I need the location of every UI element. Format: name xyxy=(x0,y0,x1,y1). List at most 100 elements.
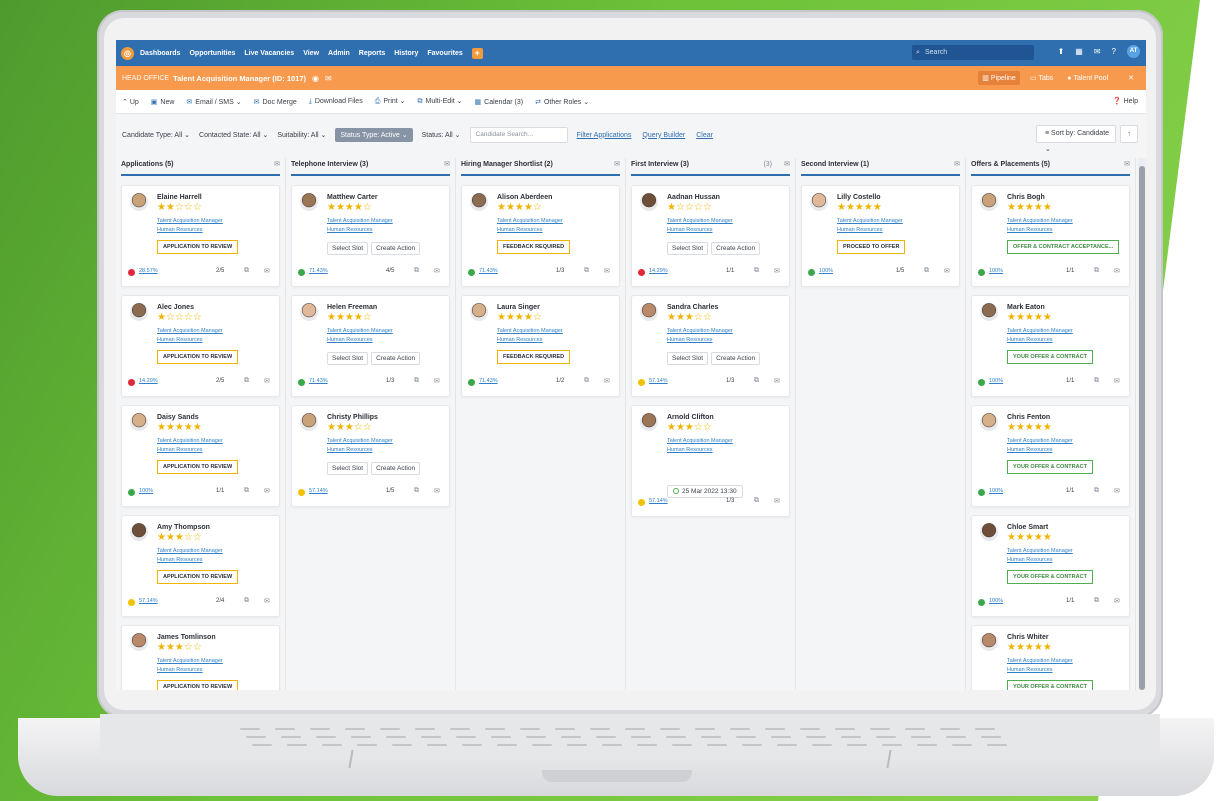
candidate-avatar[interactable] xyxy=(470,193,488,211)
nav-history[interactable]: History xyxy=(394,50,418,57)
create-action-button[interactable]: Create Action xyxy=(371,462,421,475)
multi-edit-button[interactable]: ⧉ Multi-Edit ⌄ xyxy=(418,97,463,106)
candidate-name[interactable]: Aadnan Hussan xyxy=(667,194,720,201)
candidate-name[interactable]: James Tomlinson xyxy=(157,634,216,641)
job-title-link[interactable]: Talent Acquisition Manager xyxy=(157,218,223,224)
department-link[interactable]: Human Resources xyxy=(327,447,373,453)
department-link[interactable]: Human Resources xyxy=(1007,667,1053,673)
status-tag[interactable]: APPLICATION TO REVIEW xyxy=(157,350,239,364)
nav-reports[interactable]: Reports xyxy=(359,50,385,57)
create-action-button[interactable]: Create Action xyxy=(371,352,421,365)
match-percentage[interactable]: 100% xyxy=(989,268,1003,274)
sort-direction-button[interactable]: ↑ xyxy=(1120,125,1138,143)
candidate-avatar[interactable] xyxy=(640,303,658,321)
documents-icon[interactable]: ⧉ xyxy=(1094,597,1099,605)
candidate-name[interactable]: Helen Freeman xyxy=(327,304,377,311)
candidate-name[interactable]: Sandra Charles xyxy=(667,304,718,311)
calendar-icon[interactable]: ▦ xyxy=(1075,47,1083,56)
department-link[interactable]: Human Resources xyxy=(837,227,883,233)
match-percentage[interactable]: 71.43% xyxy=(479,378,498,384)
scrollbar-thumb[interactable] xyxy=(1139,166,1145,690)
candidate-avatar[interactable] xyxy=(640,413,658,431)
candidate-avatar[interactable] xyxy=(640,193,658,211)
candidate-card[interactable]: Helen Freeman ★★★★☆ Talent Acquisition Man… xyxy=(291,295,450,397)
job-title-link[interactable]: Talent Acquisition Manager xyxy=(327,438,393,444)
department-link[interactable]: Human Resources xyxy=(1007,227,1053,233)
nav-opportunities[interactable]: Opportunities xyxy=(189,50,235,57)
candidate-name[interactable]: Chris Whiter xyxy=(1007,634,1049,641)
candidate-card[interactable]: James Tomlinson ★★★☆☆ Talent Acquisition M… xyxy=(121,625,280,690)
upload-icon[interactable]: ⬆ xyxy=(1058,47,1065,56)
candidate-avatar[interactable] xyxy=(130,303,148,321)
department-link[interactable]: Human Resources xyxy=(667,447,713,453)
filter-applications-link[interactable]: Filter Applications xyxy=(577,132,632,139)
column-mail-icon[interactable]: ✉ xyxy=(954,158,960,172)
department-link[interactable]: Human Resources xyxy=(497,227,543,233)
documents-icon[interactable]: ⧉ xyxy=(1094,487,1099,495)
department-link[interactable]: Human Resources xyxy=(667,227,713,233)
candidate-card[interactable]: Christy Phillips ★★★☆☆ Talent Acquisition … xyxy=(291,405,450,507)
help-button[interactable]: ❓ Help xyxy=(1113,97,1138,105)
match-percentage[interactable]: 71.43% xyxy=(309,268,328,274)
select-slot-button[interactable]: Select Slot xyxy=(327,352,369,365)
job-title-link[interactable]: Talent Acquisition Manager xyxy=(497,218,563,224)
status-tag[interactable]: YOUR OFFER & CONTRACT xyxy=(1007,460,1093,474)
column-header[interactable]: Hiring Manager Shortlist (2) ✉ xyxy=(461,158,620,176)
job-title-link[interactable]: Talent Acquisition Manager xyxy=(1007,218,1073,224)
column-header[interactable]: Telephone Interview (3) ✉ xyxy=(291,158,450,176)
status-tag[interactable]: FEEDBACK REQUIRED xyxy=(497,350,571,364)
job-title-link[interactable]: Talent Acquisition Manager xyxy=(327,218,393,224)
status-tag[interactable]: APPLICATION TO REVIEW xyxy=(157,680,239,690)
documents-icon[interactable]: ⧉ xyxy=(754,267,759,275)
column-mail-icon[interactable]: ✉ xyxy=(444,158,450,172)
match-percentage[interactable]: 57.14% xyxy=(139,598,158,604)
department-link[interactable]: Human Resources xyxy=(157,557,203,563)
job-title-link[interactable]: Talent Acquisition Manager xyxy=(837,218,903,224)
candidate-card[interactable]: Sandra Charles ★★★☆☆ Talent Acquisition Ma… xyxy=(631,295,790,397)
candidate-type-filter[interactable]: Candidate Type: All ⌄ xyxy=(122,131,190,139)
mail-icon[interactable]: ✉ xyxy=(1094,47,1101,56)
documents-icon[interactable]: ⧉ xyxy=(924,267,929,275)
download-files-button[interactable]: ⤓ Download Files xyxy=(309,98,363,106)
department-link[interactable]: Human Resources xyxy=(327,337,373,343)
candidate-card[interactable]: Laura Singer ★★★★☆ Talent Acquisition Mana… xyxy=(461,295,620,397)
match-percentage[interactable]: 14.29% xyxy=(649,268,668,274)
nav-favourites[interactable]: Favourites xyxy=(427,50,462,57)
candidate-card[interactable]: Lilly Costello ★★★★★ Talent Acquisition Ma… xyxy=(801,185,960,287)
column-header[interactable]: Offers & Placements (5) ✉ xyxy=(971,158,1130,176)
candidate-avatar[interactable] xyxy=(980,303,998,321)
message-icon[interactable]: ✉ xyxy=(325,74,332,83)
candidate-avatar[interactable] xyxy=(980,523,998,541)
match-percentage[interactable]: 28.57% xyxy=(139,268,158,274)
app-logo-icon[interactable]: ◎ xyxy=(121,46,134,60)
message-icon[interactable]: ✉ xyxy=(1114,377,1120,385)
select-slot-button[interactable]: Select Slot xyxy=(327,462,369,475)
tabs-view-button[interactable]: ▭ Tabs xyxy=(1026,71,1057,85)
job-title-link[interactable]: Talent Acquisition Manager xyxy=(1007,658,1073,664)
job-title-link[interactable]: Talent Acquisition Manager xyxy=(667,328,733,334)
calendar-button[interactable]: ▦ Calendar (3) xyxy=(475,98,524,106)
documents-icon[interactable]: ⧉ xyxy=(244,377,249,385)
candidate-avatar[interactable] xyxy=(130,413,148,431)
documents-icon[interactable]: ⧉ xyxy=(414,267,419,275)
job-title-link[interactable]: Talent Acquisition Manager xyxy=(1007,328,1073,334)
candidate-avatar[interactable] xyxy=(470,303,488,321)
select-slot-button[interactable]: Select Slot xyxy=(327,242,369,255)
candidate-avatar[interactable] xyxy=(300,303,318,321)
board-scrollbar[interactable] xyxy=(1138,158,1146,690)
up-button[interactable]: ⌃ Up xyxy=(122,98,139,106)
candidate-avatar[interactable] xyxy=(980,633,998,651)
message-icon[interactable]: ✉ xyxy=(434,377,440,385)
message-icon[interactable]: ✉ xyxy=(264,377,270,385)
candidate-card[interactable]: Amy Thompson ★★★☆☆ Talent Acquisition Mana… xyxy=(121,515,280,617)
message-icon[interactable]: ✉ xyxy=(774,497,780,505)
candidate-name[interactable]: Lilly Costello xyxy=(837,194,881,201)
column-mail-icon[interactable]: ✉ xyxy=(614,158,620,172)
select-slot-button[interactable]: Select Slot xyxy=(667,242,709,255)
column-mail-icon[interactable]: ✉ xyxy=(1124,158,1130,172)
match-percentage[interactable]: 57.14% xyxy=(649,498,668,504)
status-tag[interactable]: APPLICATION TO REVIEW xyxy=(157,570,239,584)
job-title-link[interactable]: Talent Acquisition Manager xyxy=(1007,548,1073,554)
nav-view[interactable]: View xyxy=(303,50,319,57)
match-percentage[interactable]: 100% xyxy=(819,268,833,274)
